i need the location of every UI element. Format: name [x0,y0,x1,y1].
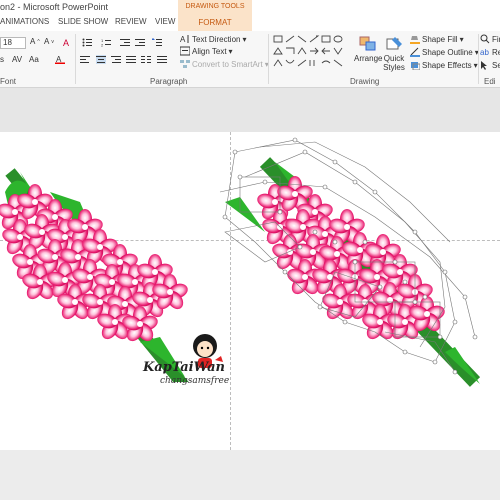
find-icon [480,34,490,44]
drawing-tools-context-tab: DRAWING TOOLS [178,0,252,14]
font-group-label: Font [0,77,17,86]
svg-text:A: A [180,35,186,44]
tab-slide-show[interactable]: SLIDE SHOW [58,17,108,26]
svg-text:2: 2 [101,43,104,48]
replace-icon: ab [480,48,489,57]
title-bar: on2 - Microsoft PowerPoint DRAWING TOOLS [0,0,500,14]
shape-fill-button[interactable]: Shape Fill ▾ [410,34,464,44]
editing-group-label: Edi [484,77,496,86]
select-label: Sel [492,60,500,70]
paragraph-group-label: Paragraph [150,77,188,86]
grow-font-icon[interactable]: A ^ [30,37,40,46]
text-direction-label: Text Direction [192,34,241,44]
shape-outline-label: Shape Outline [422,47,473,57]
svg-text:ab: ab [480,48,489,57]
columns-more-icon[interactable] [157,55,167,64]
shrink-font-icon[interactable]: Av [44,37,54,46]
shape-effects-icon [411,62,420,70]
text-direction-button[interactable]: A Text Direction ▾ [180,34,246,45]
increase-indent-icon[interactable] [135,38,145,47]
replace-button[interactable]: ab Rep [480,47,500,58]
notes-strip [0,450,500,500]
align-text-icon [180,46,190,56]
smartart-icon [180,60,190,68]
align-right-icon[interactable] [111,55,121,64]
clear-formatting-icon[interactable]: A [63,38,73,47]
tab-format[interactable]: FORMAT [178,14,252,31]
shape-fill-icon [410,36,420,44]
align-left-icon[interactable] [80,55,90,64]
ribbon-tabs: ANIMATIONS SLIDE SHOW REVIEW VIEW FORMAT [0,14,500,31]
columns-icon[interactable] [141,55,151,64]
numbering-icon[interactable]: 12 [101,38,111,47]
spacing-icon[interactable]: AV [12,55,22,64]
shape-fill-label: Shape Fill [422,34,458,44]
font-color-icon[interactable]: A [55,55,65,64]
align-center-icon[interactable] [96,55,106,64]
convert-smartart-label: Convert to SmartArt [192,59,263,69]
replace-label: Rep [492,47,500,57]
find-button[interactable]: Fin [480,34,500,44]
arrange-button[interactable]: Arrange [354,36,382,63]
quick-styles-icon [386,37,402,50]
drawing-group-label: Drawing [350,77,380,86]
shape-outline-icon [410,47,420,57]
font-size-box[interactable]: 18 [0,37,26,49]
quick-styles-label: Quick Styles [383,54,405,72]
align-text-label: Align Text [192,46,227,56]
shape-effects-button[interactable]: Shape Effects ▾ [410,60,478,70]
svg-text:A: A [63,38,69,47]
convert-smartart-button[interactable]: Convert to SmartArt ▾ [180,59,269,69]
change-case-icon[interactable]: Aa [29,55,39,64]
flower-bouquet-right-selected[interactable] [205,122,495,422]
select-button[interactable]: Sel [480,60,500,70]
tab-animations[interactable]: ANIMATIONS [0,17,49,26]
justify-icon[interactable] [126,55,136,64]
tab-review[interactable]: REVIEW [115,17,147,26]
arrange-icon [359,36,376,51]
shape-effects-label: Shape Effects [422,60,472,70]
tab-view[interactable]: VIEW [155,17,175,26]
ribbon: 18 A ^ Av A s AV Aa A Font 12 Paragraph A… [0,31,500,88]
line-spacing-icon[interactable] [152,38,162,47]
find-label: Fin [492,34,500,44]
text-direction-icon: A [180,35,189,44]
slide-canvas[interactable]: KapTaiWan changsamsfree [0,132,500,450]
slide-workspace: KapTaiWan changsamsfree [0,88,500,500]
decrease-indent-icon[interactable] [120,38,130,47]
strikethrough-icon[interactable]: s [0,55,4,64]
bullets-icon[interactable] [82,38,92,47]
shape-outline-button[interactable]: Shape Outline ▾ [410,47,479,57]
quick-styles-button[interactable]: Quick Styles [382,36,406,72]
select-icon [481,61,487,70]
shapes-gallery[interactable] [272,34,344,74]
window-title: on2 - Microsoft PowerPoint [0,2,109,12]
align-text-button[interactable]: Align Text ▾ [180,46,233,56]
arrange-label: Arrange [354,54,383,63]
